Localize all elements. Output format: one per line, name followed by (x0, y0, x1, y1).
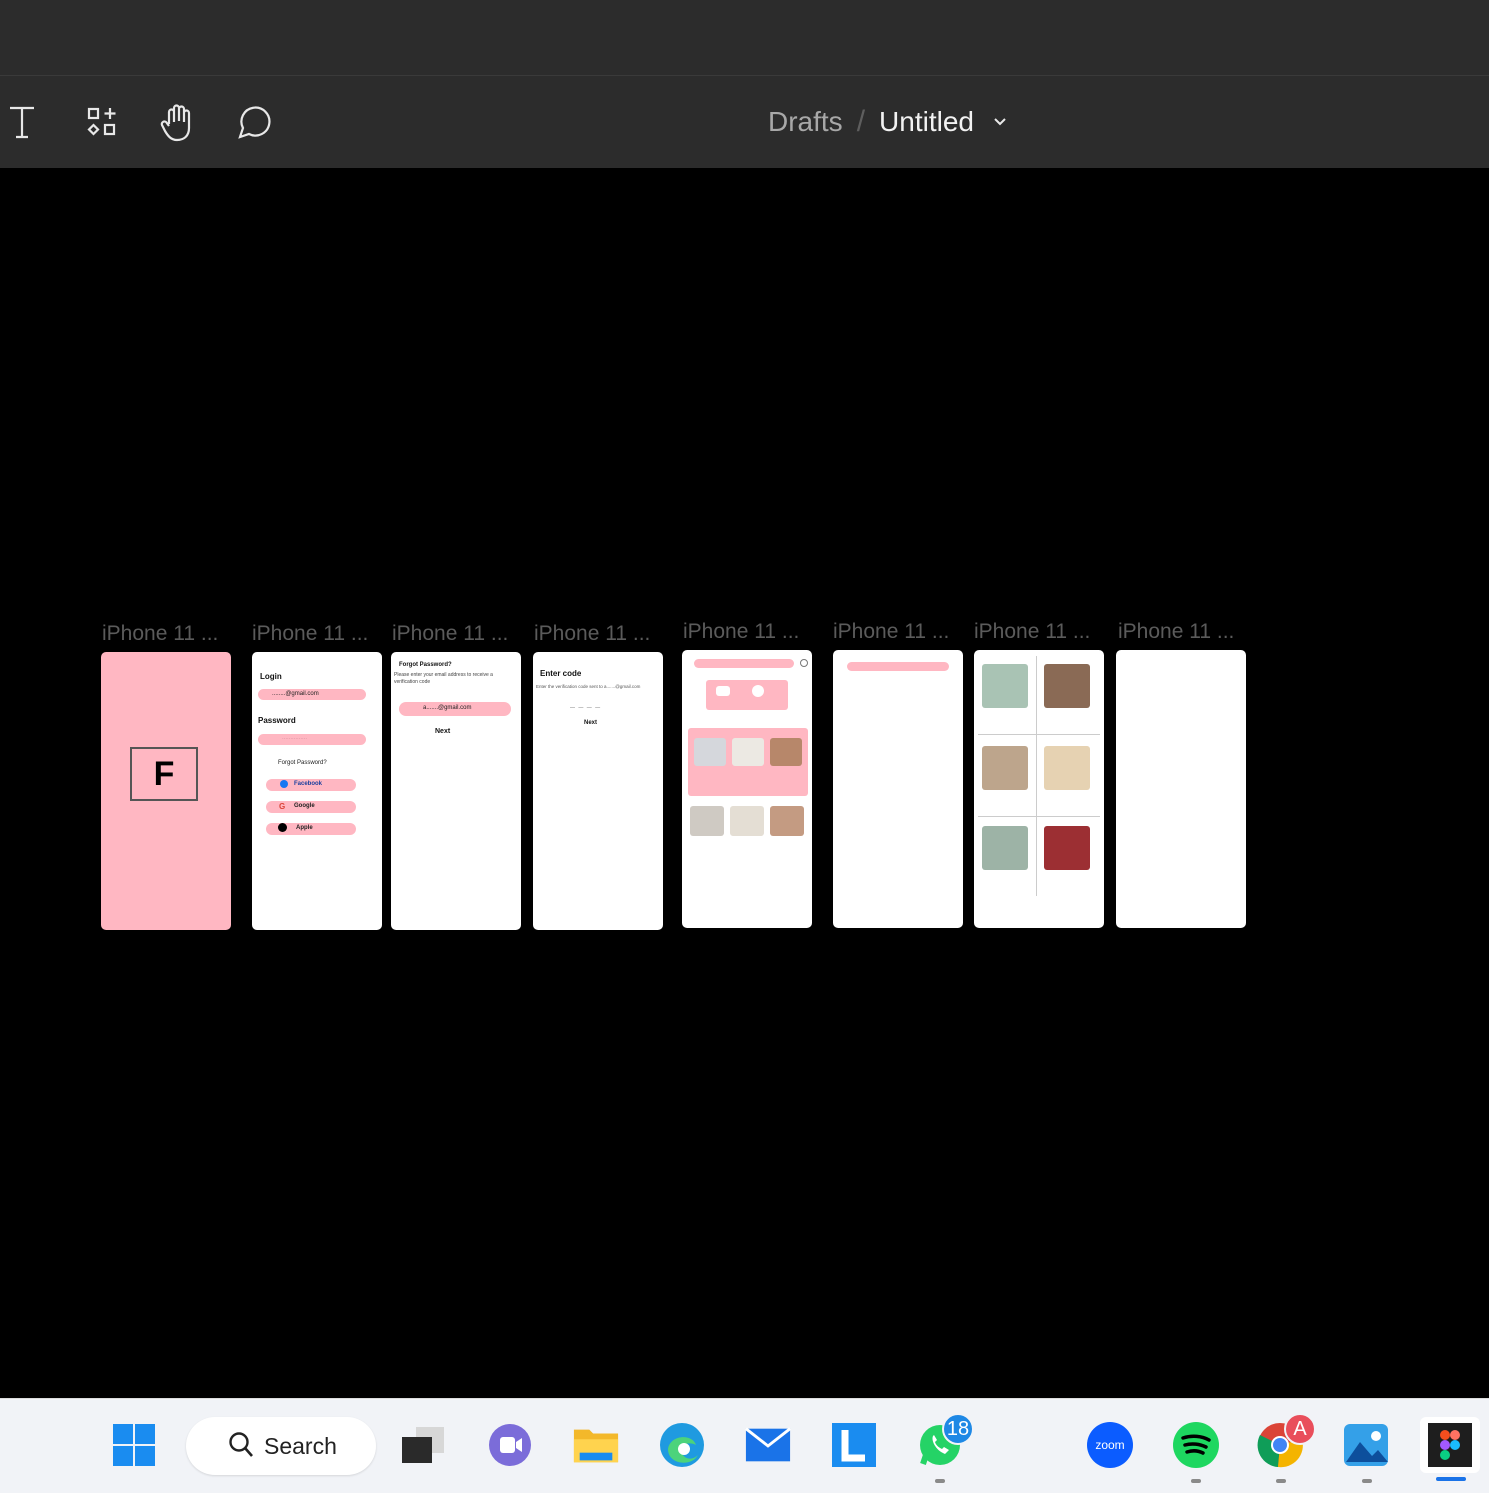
code-text: Enter the verification code sent to a...… (536, 684, 641, 689)
grid-divider (978, 816, 1100, 817)
taskbar: Search 18 zoom A (0, 1398, 1489, 1493)
breadcrumb: Drafts / Untitled (768, 104, 1012, 140)
product-thumb (1044, 746, 1090, 790)
text-tool-icon[interactable] (0, 100, 44, 144)
code-heading: Enter code (540, 669, 582, 678)
frame-label[interactable]: iPhone 11 ... (974, 620, 1090, 644)
product-thumb (694, 738, 726, 766)
comment-tool-icon[interactable] (232, 100, 276, 144)
frame-label[interactable]: iPhone 11 ... (534, 622, 650, 646)
file-title[interactable]: Untitled (879, 106, 974, 138)
figma-icon[interactable] (1420, 1417, 1480, 1473)
product-thumb (730, 806, 764, 836)
frame-label[interactable]: iPhone 11 ... (102, 622, 218, 646)
frame-label[interactable]: iPhone 11 ... (392, 622, 508, 646)
product-thumb (770, 806, 804, 836)
zoom-icon[interactable]: zoom (1086, 1421, 1134, 1469)
forgot-email-value: a.......@gmail.com (423, 705, 472, 711)
code-dashes: — — — — (570, 705, 602, 711)
email-value: ........@gmail.com (272, 691, 319, 697)
running-indicator (1276, 1479, 1286, 1483)
apple-label: Apple (296, 825, 313, 831)
product-thumb (732, 738, 764, 766)
teams-icon[interactable] (486, 1421, 534, 1469)
spotify-icon[interactable] (1172, 1421, 1220, 1469)
search-bar (847, 662, 949, 671)
product-thumb (690, 806, 724, 836)
facebook-icon (280, 780, 288, 788)
grid-divider (978, 734, 1100, 735)
product-thumb (982, 826, 1028, 870)
chrome-profile-badge: A (1284, 1413, 1316, 1445)
code-next-button: Next (584, 720, 598, 726)
edge-icon[interactable] (658, 1421, 706, 1469)
category-chip (716, 686, 730, 696)
password-value: ............... (282, 735, 308, 741)
facebook-label: Facebook (294, 781, 323, 787)
settings-icon (800, 659, 808, 667)
taskbar-search-label: Search (264, 1432, 337, 1459)
frame-forgot-password[interactable]: Forgot Password? Please enter your email… (391, 652, 521, 930)
breadcrumb-drafts-link[interactable]: Drafts (768, 106, 843, 138)
photos-icon[interactable] (1342, 1421, 1390, 1469)
frame-splash[interactable]: F (101, 652, 231, 930)
chevron-down-icon[interactable] (992, 112, 1012, 132)
file-explorer-icon[interactable] (572, 1421, 620, 1469)
frame-label[interactable]: iPhone 11 ... (683, 620, 799, 644)
running-indicator (1191, 1479, 1201, 1483)
google-icon: G (279, 802, 286, 811)
password-label: Password (258, 716, 296, 725)
figma-toolbar: Drafts / Untitled (0, 75, 1489, 168)
frame-home[interactable] (682, 650, 812, 928)
windows-start-icon[interactable] (110, 1421, 158, 1469)
frame-blank[interactable] (1116, 650, 1246, 928)
next-button: Next (435, 728, 451, 735)
breadcrumb-separator: / (856, 105, 866, 138)
resources-icon[interactable] (80, 100, 124, 144)
app-logo: F (130, 747, 198, 801)
mail-icon[interactable] (744, 1421, 792, 1469)
product-thumb (1044, 664, 1090, 708)
google-label: Google (294, 803, 315, 809)
lexis-icon[interactable] (830, 1421, 878, 1469)
window-top-strip (0, 0, 1489, 75)
whatsapp-badge: 18 (942, 1413, 974, 1445)
home-search-bar (694, 659, 794, 668)
product-thumb (770, 738, 802, 766)
category-chip (752, 685, 764, 697)
frame-enter-code[interactable]: Enter code Enter the verification code s… (533, 652, 663, 930)
search-icon (229, 1432, 253, 1457)
active-app-indicator (1436, 1477, 1466, 1481)
forgot-link: Forgot Password? (278, 760, 327, 766)
frame-product-grid[interactable] (974, 650, 1104, 928)
frame-label[interactable]: iPhone 11 ... (252, 622, 368, 646)
password-field (258, 734, 366, 745)
design-canvas[interactable]: iPhone 11 ... F iPhone 11 ... Login ....… (0, 168, 1489, 1398)
frame-login[interactable]: Login ........@gmail.com Password ......… (252, 652, 382, 930)
task-view-icon[interactable] (398, 1421, 446, 1469)
product-thumb (982, 664, 1028, 708)
running-indicator (1362, 1479, 1372, 1483)
running-indicator (935, 1479, 945, 1483)
apple-icon (278, 823, 287, 832)
login-heading: Login (260, 672, 282, 681)
product-thumb (982, 746, 1028, 790)
forgot-text: Please enter your email address to recei… (394, 672, 493, 685)
hand-tool-icon[interactable] (156, 100, 200, 144)
product-thumb (1044, 826, 1090, 870)
grid-divider (1036, 656, 1037, 896)
zoom-label: zoom (1095, 1438, 1124, 1452)
taskbar-search[interactable]: Search (186, 1417, 376, 1475)
frame-search[interactable] (833, 650, 963, 928)
frame-label[interactable]: iPhone 11 ... (833, 620, 949, 644)
forgot-heading: Forgot Password? (399, 662, 452, 668)
screen: Drafts / Untitled iPhone 11 ... F iPhone… (0, 0, 1489, 1493)
frame-label[interactable]: iPhone 11 ... (1118, 620, 1234, 644)
